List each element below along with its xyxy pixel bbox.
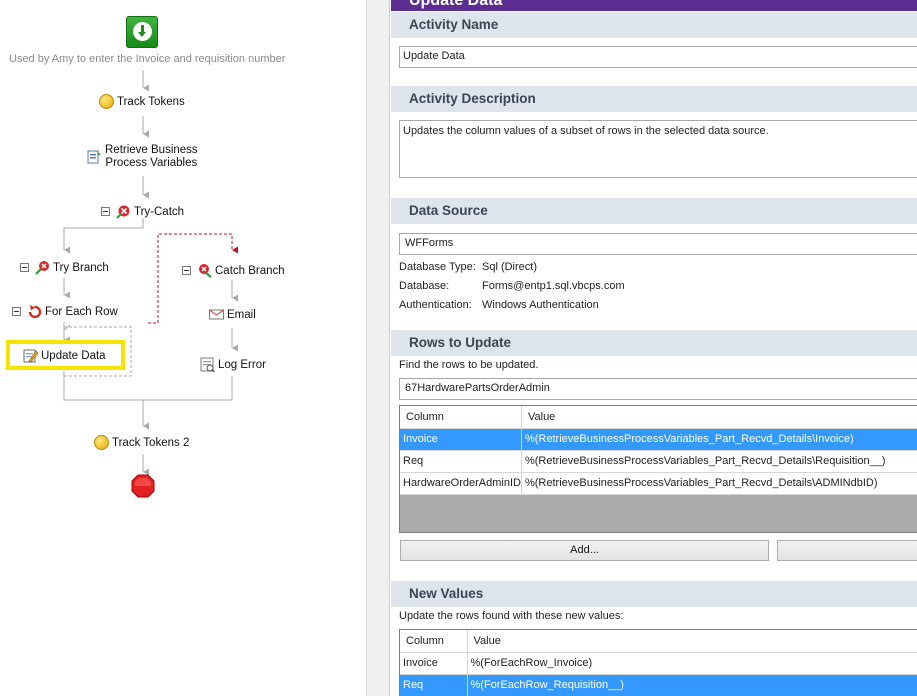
panel-title: Update Data bbox=[409, 0, 503, 9]
try-branch-activity[interactable]: Try Branch bbox=[20, 260, 109, 275]
panel-title-bar: Update Data bbox=[391, 0, 917, 11]
section-title: New Values bbox=[409, 586, 484, 601]
try-branch-label: Try Branch bbox=[53, 261, 109, 274]
row-column-cell[interactable]: HardwareOrderAdminID bbox=[400, 472, 522, 495]
start-note: Used by Amy to enter the Invoice and req… bbox=[9, 53, 286, 65]
update-data-label: Update Data bbox=[41, 349, 106, 362]
row-column-cell[interactable]: Invoice bbox=[400, 428, 522, 451]
try-catch-activity[interactable]: Try-Catch bbox=[101, 204, 184, 219]
activity-name-header: Activity Name bbox=[391, 12, 917, 38]
log-error-icon bbox=[200, 357, 215, 373]
section-title: Rows to Update bbox=[409, 335, 512, 350]
new-values-header: New Values bbox=[391, 581, 917, 607]
try-branch-icon bbox=[35, 260, 50, 275]
catch-branch-activity[interactable]: Catch Branch bbox=[182, 263, 285, 278]
collapse-toggle-icon[interactable] bbox=[12, 307, 21, 316]
try-catch-label: Try-Catch bbox=[134, 205, 185, 218]
log-error-activity[interactable]: Log Error bbox=[200, 357, 266, 373]
email-activity[interactable]: Email bbox=[209, 307, 256, 322]
data-source-header: Data Source bbox=[391, 198, 917, 224]
table-row[interactable]: Req %(ForEachRow_Requisition__) bbox=[400, 674, 917, 696]
database-value: Forms@entp1.sql.vbcps.com bbox=[482, 280, 625, 292]
rows-to-update-header: Rows to Update bbox=[391, 330, 917, 356]
auth-label: Authentication: bbox=[399, 299, 472, 311]
track-tokens-2-label: Track Tokens 2 bbox=[112, 436, 190, 449]
activity-description-input[interactable]: Updates the column values of a subset of… bbox=[399, 120, 917, 178]
database-label: Database: bbox=[399, 280, 450, 292]
catch-branch-icon bbox=[197, 263, 212, 278]
table-row[interactable]: HardwareOrderAdminID %(RetrieveBusinessP… bbox=[400, 472, 917, 495]
collapse-toggle-icon[interactable] bbox=[20, 263, 29, 272]
update-data-icon bbox=[23, 348, 39, 363]
new-values-grid[interactable]: Column Value Invoice %(ForEachRow_Invoic… bbox=[399, 629, 917, 696]
add-row-button[interactable]: Add... bbox=[400, 540, 769, 561]
rows-table-select[interactable]: 67HardwarePartsOrderAdmin bbox=[399, 378, 917, 400]
for-each-row-activity[interactable]: For Each Row bbox=[12, 304, 118, 319]
column-header[interactable]: Column bbox=[400, 406, 522, 429]
db-type-label: Database Type: bbox=[399, 261, 476, 273]
section-title: Activity Description bbox=[409, 91, 536, 106]
panel-splitter[interactable] bbox=[366, 0, 390, 696]
workflow-designer-window: Used by Amy to enter the Invoice and req… bbox=[0, 0, 917, 696]
db-type-value: Sql (Direct) bbox=[482, 261, 538, 273]
row-column-cell[interactable]: Invoice bbox=[400, 652, 468, 675]
retrieve-label-line1: Retrieve Business bbox=[105, 144, 198, 156]
retrieve-label-line2: Process Variables bbox=[105, 157, 198, 169]
new-values-hint: Update the rows found with these new val… bbox=[399, 610, 624, 622]
value-header[interactable]: Value bbox=[467, 630, 917, 653]
section-title: Data Source bbox=[409, 203, 488, 218]
row-value-cell[interactable]: %(ForEachRow_Requisition__) bbox=[467, 674, 917, 696]
loop-icon bbox=[27, 304, 42, 319]
data-source-select[interactable]: WFForms bbox=[399, 233, 917, 255]
update-data-activity[interactable]: Update Data bbox=[23, 348, 106, 363]
secondary-button[interactable] bbox=[777, 540, 917, 561]
row-column-cell[interactable]: Req bbox=[400, 450, 522, 473]
track-tokens-2-activity[interactable]: Track Tokens 2 bbox=[94, 435, 189, 450]
row-column-cell[interactable]: Req bbox=[400, 674, 468, 696]
email-icon bbox=[209, 307, 224, 322]
track-tokens-label: Track Tokens bbox=[117, 95, 185, 108]
stop-icon[interactable] bbox=[131, 474, 155, 498]
row-value-cell[interactable]: %(RetrieveBusinessProcessVariables_Part_… bbox=[521, 450, 917, 473]
start-icon[interactable] bbox=[126, 16, 158, 48]
workflow-canvas[interactable]: Used by Amy to enter the Invoice and req… bbox=[0, 0, 366, 696]
retrieve-process-variables-activity[interactable]: Retrieve Business Process Variables bbox=[87, 144, 198, 170]
table-row[interactable]: Invoice %(ForEachRow_Invoice) bbox=[400, 652, 917, 675]
collapse-toggle-icon[interactable] bbox=[101, 207, 110, 216]
activity-description-header: Activity Description bbox=[391, 86, 917, 112]
track-tokens-icon bbox=[94, 435, 109, 450]
collapse-toggle-icon[interactable] bbox=[182, 266, 191, 275]
row-value-cell[interactable]: %(RetrieveBusinessProcessVariables_Part_… bbox=[521, 472, 917, 495]
properties-panel: Update Data Activity Name Update Data Ac… bbox=[391, 0, 917, 696]
column-header[interactable]: Column bbox=[400, 630, 468, 653]
table-row[interactable]: Req %(RetrieveBusinessProcessVariables_P… bbox=[400, 450, 917, 473]
try-catch-icon bbox=[116, 204, 131, 219]
for-each-row-label: For Each Row bbox=[45, 305, 118, 318]
rows-hint: Find the rows to be updated. bbox=[399, 359, 539, 371]
activity-name-input[interactable]: Update Data bbox=[399, 46, 917, 68]
value-header[interactable]: Value bbox=[521, 406, 917, 429]
retrieve-variables-icon bbox=[87, 149, 102, 164]
row-value-cell[interactable]: %(RetrieveBusinessProcessVariables_Part_… bbox=[521, 428, 917, 451]
catch-branch-label: Catch Branch bbox=[215, 264, 285, 277]
track-tokens-activity[interactable]: Track Tokens bbox=[99, 94, 185, 109]
auth-value: Windows Authentication bbox=[482, 299, 599, 311]
log-error-label: Log Error bbox=[218, 358, 266, 371]
email-label: Email bbox=[227, 308, 256, 321]
rows-filter-grid[interactable]: Column Value Invoice %(RetrieveBusinessP… bbox=[399, 405, 917, 533]
row-value-cell[interactable]: %(ForEachRow_Invoice) bbox=[467, 652, 917, 675]
table-row[interactable]: Invoice %(RetrieveBusinessProcessVariabl… bbox=[400, 428, 917, 451]
section-title: Activity Name bbox=[409, 17, 499, 32]
track-tokens-icon bbox=[99, 94, 114, 109]
